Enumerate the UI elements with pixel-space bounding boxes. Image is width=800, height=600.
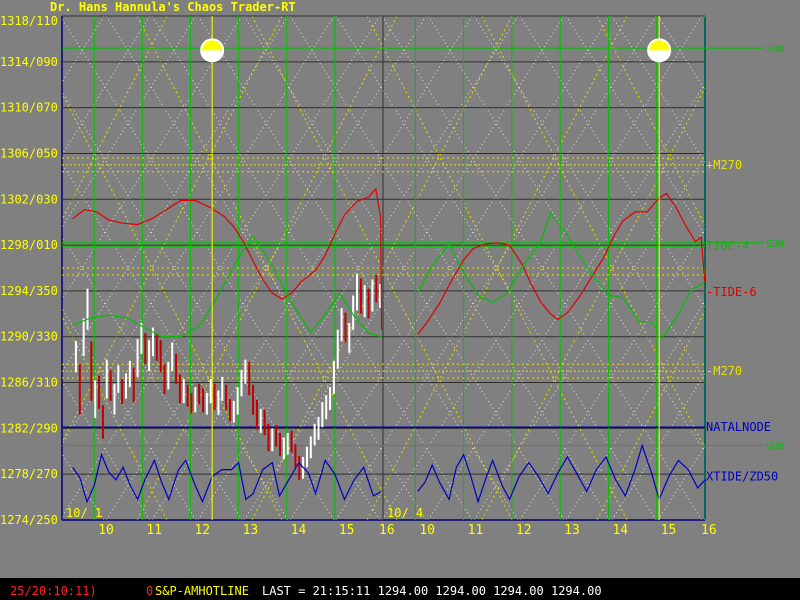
x-tick-label: 13 (243, 523, 259, 538)
y-tick-label: 1286/310 (0, 376, 58, 390)
x-tick-label: 15 (661, 523, 677, 538)
y-tick-label: 1274/250 (0, 513, 58, 527)
sun-icon-half (201, 50, 224, 62)
series-line-xtidezd50 (417, 443, 706, 504)
status-count: 0 (146, 584, 154, 598)
sun-icon-half (648, 50, 671, 62)
series-line-tide4 (417, 211, 706, 341)
status-datetime: 25/20:10:11) (10, 584, 97, 598)
grid (61, 15, 764, 521)
y-tick-label: 1298/010 (0, 238, 58, 252)
status-symbol: S&P-AMHOTLINE (155, 584, 249, 598)
line-label-sun_low: SUN (766, 442, 784, 453)
y-tick-label: 1314/090 (0, 55, 58, 69)
status-bar: 25/20:10:11) 0 S&P-AMHOTLINE LAST = 21:1… (0, 578, 800, 600)
line-label-xtide: XTIDE/ZD50 (706, 469, 778, 483)
right-line-labels: SUN +M270 TIDE-4 SUN -TIDE-6 -M270 NATALNODE SU… (706, 44, 784, 483)
app-title: Dr. Hans Hannula's Chaos Trader-RT (50, 0, 296, 14)
line-label-m270_pos: +M270 (706, 158, 742, 172)
y-tick-label: 1294/350 (0, 284, 58, 298)
y-tick-label: 1282/290 (0, 421, 58, 435)
y-tick-label: 1302/030 (0, 192, 58, 206)
line-label-sun_mid: SUN (766, 239, 784, 250)
x-tick-label: 12 (516, 523, 532, 538)
series-lines (72, 187, 706, 504)
session-date-label: 10/ 1 (66, 506, 102, 520)
chart-canvas: 1318/110 1314/090 1310/070 1306/050 1302/030… (0, 14, 784, 538)
x-tick-label: 12 (194, 523, 210, 538)
status-last-quote: LAST = 21:15:11 1294.00 1294.00 1294.00 … (262, 584, 602, 598)
session-date-label: 10/ 4 (387, 506, 423, 520)
x-tick-label: 14 (291, 523, 307, 538)
diagonal-lattice (62, 16, 705, 520)
x-tick-label: 13 (564, 523, 580, 538)
y-tick-label: 1278/270 (0, 467, 58, 481)
y-axis-ticks: 1318/110 1314/090 1310/070 1306/050 1302/030… (0, 14, 58, 527)
y-tick-label: 1290/330 (0, 330, 58, 344)
x-tick-label: 16 (379, 523, 395, 538)
x-tick-label: 10 (419, 523, 435, 538)
x-tick-label: 16 (701, 523, 717, 538)
x-axis-ticks: 10 11 12 13 14 15 16 10/ 1 10 11 12 13 14 15 16 10/ 4 (66, 506, 717, 538)
y-tick-label: 1306/050 (0, 146, 58, 160)
line-label-tide6: -TIDE-6 (706, 285, 757, 299)
series-line-tide6 (417, 192, 706, 335)
line-label-m270_neg: -M270 (706, 364, 742, 378)
line-label-tide4: TIDE-4 (706, 239, 749, 253)
line-label-sun_top: SUN (766, 44, 784, 55)
line-label-natalnode: NATALNODE (706, 420, 771, 434)
x-tick-label: 14 (612, 523, 628, 538)
x-tick-label: 11 (468, 523, 484, 538)
x-tick-label: 10 (98, 523, 114, 538)
y-tick-label: 1318/110 (0, 14, 58, 28)
y-tick-label: 1310/070 (0, 101, 58, 115)
x-tick-label: 11 (146, 523, 162, 538)
x-tick-label: 15 (339, 523, 355, 538)
